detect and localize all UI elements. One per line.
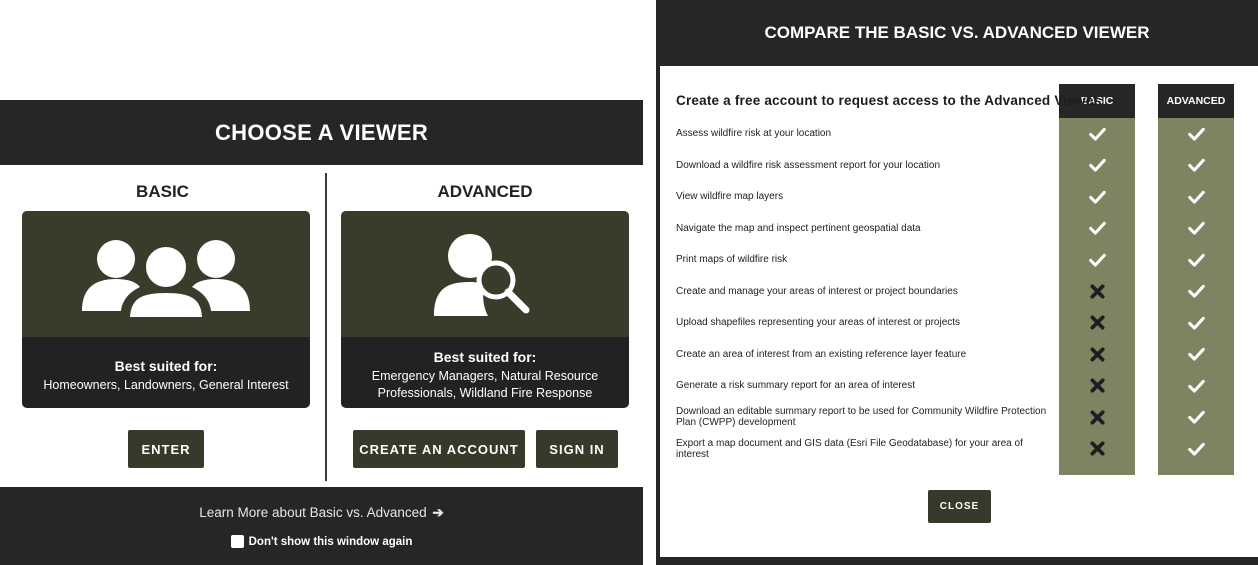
advanced-card-text: Best suited for: Emergency Managers, Nat… (341, 337, 629, 408)
learn-more-text: Learn More about Basic vs. Advanced (199, 505, 427, 520)
learn-more-link[interactable]: Learn More about Basic vs. Advanced ➔ (0, 505, 643, 521)
dialog-footer: Learn More about Basic vs. Advanced ➔ Do… (0, 487, 643, 565)
close-button[interactable]: CLOSE (928, 490, 991, 523)
table-row: Download an editable summary report to b… (660, 402, 1258, 433)
advanced-column-header: ADVANCED (1158, 84, 1234, 118)
enter-button[interactable]: ENTER (128, 430, 204, 468)
cross-icon (1059, 307, 1135, 338)
choose-viewer-dialog: CHOOSE A VIEWER BASIC Best suited for: H… (0, 100, 643, 565)
dont-show-label: Don't show this window again (248, 535, 413, 548)
feature-label: Assess wildfire risk at your location (676, 128, 832, 139)
check-icon (1158, 370, 1234, 401)
viewer-options: BASIC Best suited for: Homeowners, Lando… (0, 165, 643, 487)
check-icon (1158, 244, 1234, 275)
feature-label: Upload shapefiles representing your area… (676, 317, 961, 328)
basic-column: BASIC Best suited for: Homeowners, Lando… (0, 165, 325, 487)
cross-icon (1059, 339, 1135, 370)
dont-show-again[interactable]: Don't show this window again (0, 535, 643, 548)
user-search-icon (434, 234, 530, 316)
table-row: Create and manage your areas of interest… (660, 276, 1258, 307)
table-row: Export a map document and GIS data (Esri… (660, 433, 1258, 464)
table-row: Generate a risk summary report for an ar… (660, 370, 1258, 401)
table-row: Download a wildfire risk assessment repo… (660, 150, 1258, 181)
check-icon (1158, 118, 1234, 149)
feature-label: Create and manage your areas of interest… (676, 285, 958, 297)
cross-icon (1059, 433, 1135, 464)
table-title: Create a free account to request access … (676, 93, 1103, 108)
check-icon (1158, 402, 1234, 433)
feature-label: Download an editable summary report to b… (676, 406, 1047, 428)
check-icon (1158, 276, 1234, 307)
basic-title: BASIC (136, 182, 189, 201)
check-icon (1158, 181, 1234, 212)
advanced-title: ADVANCED (437, 182, 533, 201)
check-icon (1059, 150, 1135, 181)
table-row: Create an area of interest from an exist… (660, 339, 1258, 370)
sign-in-button[interactable]: SIGN IN (536, 430, 618, 468)
basic-card: Best suited for: Homeowners, Landowners,… (22, 211, 310, 408)
basic-card-text: Best suited for: Homeowners, Landowners,… (22, 337, 310, 408)
compare-body: BASIC ADVANCED Create a free account to … (660, 66, 1258, 557)
feature-label: Generate a risk summary report for an ar… (676, 380, 915, 391)
dialog-title: CHOOSE A VIEWER (0, 100, 643, 165)
check-icon (1059, 181, 1135, 212)
table-row: Navigate the map and inspect pertinent g… (660, 213, 1258, 244)
basic-card-image (22, 211, 310, 337)
advanced-card-image (341, 211, 629, 337)
check-icon (1158, 433, 1234, 464)
advanced-card: Best suited for: Emergency Managers, Nat… (341, 211, 629, 408)
compare-viewer-dialog: COMPARE THE BASIC VS. ADVANCED VIEWER BA… (656, 0, 1258, 565)
check-icon (1059, 118, 1135, 149)
cross-icon (1059, 402, 1135, 433)
table-row: Upload shapefiles representing your area… (660, 307, 1258, 338)
feature-label: Print maps of wildfire risk (676, 254, 788, 265)
create-account-button[interactable]: CREATE AN ACCOUNT (353, 430, 525, 468)
check-icon (1059, 244, 1135, 275)
dont-show-checkbox[interactable] (230, 535, 244, 548)
compare-title: COMPARE THE BASIC VS. ADVANCED VIEWER (764, 23, 1150, 42)
arrow-right-icon: ➔ (432, 505, 444, 520)
basic-suited-text: Homeowners, Landowners, General Interest (43, 377, 289, 392)
advanced-column: ADVANCED Best suited for: Emergency Mana… (327, 165, 643, 487)
check-icon (1158, 307, 1234, 338)
feature-label: View wildfire map layers (676, 191, 784, 202)
check-icon (1059, 213, 1135, 244)
table-row: View wildfire map layers (660, 181, 1258, 212)
feature-label: Create an area of interest from an exist… (676, 348, 967, 360)
feature-label: Navigate the map and inspect pertinent g… (676, 222, 921, 234)
basic-suited-label: Best suited for: (114, 357, 218, 374)
check-icon (1158, 339, 1234, 370)
table-row: Print maps of wildfire risk (660, 244, 1258, 275)
cross-icon (1059, 370, 1135, 401)
advanced-suited-text: Emergency Managers, Natural Resource Pro… (371, 369, 599, 400)
feature-label: Download a wildfire risk assessment repo… (676, 159, 940, 171)
check-icon (1158, 213, 1234, 244)
cross-icon (1059, 276, 1135, 307)
table-row: Assess wildfire risk at your location (660, 118, 1258, 149)
check-icon (1158, 150, 1234, 181)
users-group-icon (82, 240, 250, 319)
advanced-suited-label: Best suited for: (433, 349, 537, 365)
feature-label: Export a map document and GIS data (Esri… (676, 437, 1023, 460)
